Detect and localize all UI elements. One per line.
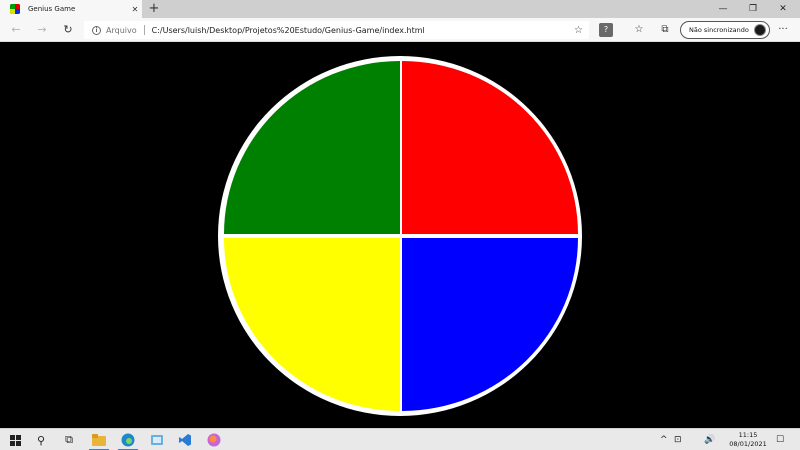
taskbar-clock[interactable]: 11:15 08/01/2021 — [726, 431, 770, 449]
red-quadrant[interactable] — [402, 61, 578, 234]
windows-taskbar: ⚲ ⧉ ^ ⊡ 🔊 11:15 08/01/2021 ☐ — [0, 428, 800, 450]
search-icon: ⚲ — [36, 433, 46, 447]
edge-button[interactable] — [115, 429, 141, 450]
tab-genius-game[interactable]: Genius Game ✕ — [0, 0, 142, 18]
favicon-blue — [15, 9, 20, 14]
genius-board — [218, 56, 582, 416]
yellow-quadrant[interactable] — [224, 238, 400, 411]
sync-label: Não sincronizando — [689, 26, 749, 34]
firefox-button[interactable] — [201, 429, 227, 450]
volume-icon[interactable]: 🔊 — [704, 429, 715, 450]
folder-icon — [92, 434, 106, 446]
close-window-button[interactable]: ✕ — [768, 0, 798, 18]
profile-avatar — [754, 24, 766, 36]
green-quadrant[interactable] — [224, 61, 400, 234]
file-explorer-button[interactable] — [86, 429, 112, 450]
collections-icon[interactable]: ⧉ — [658, 23, 672, 37]
search-button[interactable]: ⚲ — [28, 429, 54, 450]
refresh-icon[interactable]: ↻ — [60, 22, 76, 38]
firefox-icon — [207, 433, 221, 447]
windows-logo-icon — [9, 434, 21, 446]
edge-icon — [121, 433, 135, 447]
address-bar[interactable]: i Arquivo C:/Users/luish/Desktop/Projeto… — [84, 21, 589, 39]
clock-date: 08/01/2021 — [729, 440, 767, 448]
sync-profile-button[interactable]: Não sincronizando — [680, 21, 770, 39]
back-arrow-icon[interactable]: ← — [8, 22, 24, 38]
tab-close-icon[interactable]: ✕ — [128, 5, 142, 14]
address-origin: Arquivo — [106, 25, 137, 35]
address-url[interactable]: C:/Users/luish/Desktop/Projetos%20Estudo… — [152, 26, 574, 35]
game-area — [0, 43, 800, 428]
address-separator — [143, 25, 145, 35]
app-button[interactable] — [144, 429, 170, 450]
browser-toolbar: ← → ↻ i Arquivo C:/Users/luish/Desktop/P… — [0, 18, 800, 42]
help-icon[interactable]: ? — [599, 23, 613, 37]
network-icon[interactable]: ⊡ — [674, 429, 682, 450]
info-icon[interactable]: i — [92, 25, 101, 35]
tray-chevron-icon[interactable]: ^ — [660, 429, 668, 450]
notifications-icon[interactable]: ☐ — [776, 429, 784, 450]
forward-arrow-icon[interactable]: → — [34, 22, 50, 38]
favorite-star-icon[interactable]: ☆ — [574, 25, 583, 36]
task-view-icon: ⧉ — [65, 433, 73, 446]
clock-time: 11:15 — [738, 431, 758, 439]
vscode-icon — [179, 434, 191, 446]
browser-tab-strip: Genius Game ✕ + — ❐ ✕ — [0, 0, 800, 18]
genius-favicon-icon — [10, 4, 20, 14]
blue-quadrant[interactable] — [402, 238, 578, 411]
vscode-button[interactable] — [172, 429, 198, 450]
more-menu-icon[interactable]: ··· — [776, 23, 790, 37]
task-view-button[interactable]: ⧉ — [56, 429, 82, 450]
restore-button[interactable]: ❐ — [738, 0, 768, 18]
app-icon — [151, 435, 163, 445]
new-tab-button[interactable]: + — [146, 1, 162, 17]
favorites-icon[interactable]: ☆ — [632, 23, 646, 37]
tab-title: Genius Game — [28, 5, 76, 13]
start-button[interactable] — [2, 429, 28, 450]
minimize-button[interactable]: — — [708, 0, 738, 18]
